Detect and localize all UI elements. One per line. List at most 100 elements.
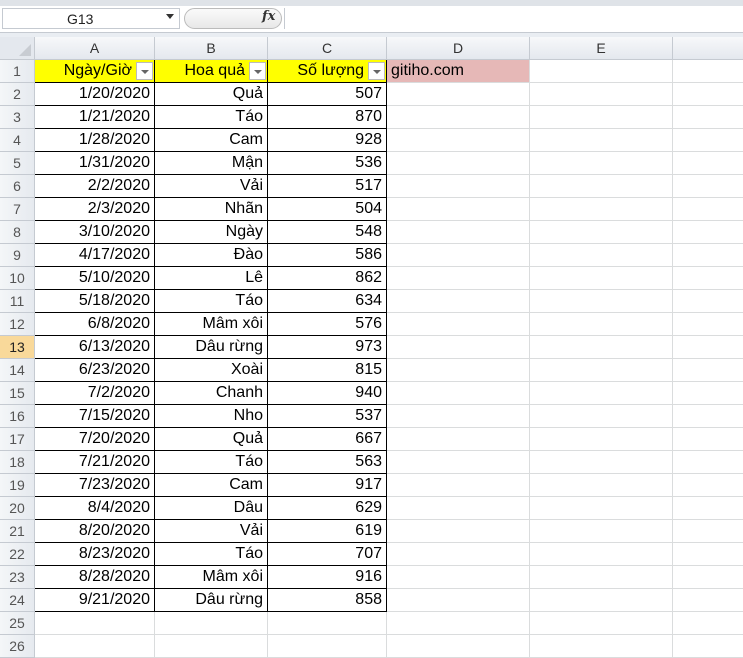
cell[interactable]: [530, 221, 673, 244]
data-cell[interactable]: Táo: [155, 543, 268, 566]
cell[interactable]: [673, 290, 743, 313]
data-cell[interactable]: 707: [268, 543, 387, 566]
formula-input[interactable]: [284, 8, 743, 29]
row-header[interactable]: 16: [0, 405, 35, 428]
cell[interactable]: [530, 175, 673, 198]
cell[interactable]: [673, 520, 743, 543]
cell[interactable]: [387, 405, 530, 428]
data-cell[interactable]: 928: [268, 129, 387, 152]
cell[interactable]: [530, 83, 673, 106]
data-cell[interactable]: Xoài: [155, 359, 268, 382]
data-cell[interactable]: 8/4/2020: [35, 497, 155, 520]
cell[interactable]: [387, 152, 530, 175]
data-cell[interactable]: 667: [268, 428, 387, 451]
row-header[interactable]: 7: [0, 198, 35, 221]
cell[interactable]: [530, 520, 673, 543]
data-cell[interactable]: 4/17/2020: [35, 244, 155, 267]
data-cell[interactable]: Táo: [155, 106, 268, 129]
insert-function-icon[interactable]: fx: [262, 9, 275, 24]
row-header[interactable]: 15: [0, 382, 35, 405]
cell[interactable]: [673, 497, 743, 520]
data-cell[interactable]: 548: [268, 221, 387, 244]
cell[interactable]: [673, 359, 743, 382]
data-cell[interactable]: 8/28/2020: [35, 566, 155, 589]
data-cell[interactable]: Mận: [155, 152, 268, 175]
cell[interactable]: [673, 612, 743, 635]
row-header[interactable]: 4: [0, 129, 35, 152]
cell[interactable]: [387, 382, 530, 405]
cell[interactable]: [268, 635, 387, 658]
data-cell[interactable]: 634: [268, 290, 387, 313]
data-cell[interactable]: 586: [268, 244, 387, 267]
cell[interactable]: [530, 198, 673, 221]
row-header[interactable]: 14: [0, 359, 35, 382]
data-cell[interactable]: 1/31/2020: [35, 152, 155, 175]
row-header[interactable]: 3: [0, 106, 35, 129]
cell[interactable]: [673, 543, 743, 566]
cell[interactable]: [673, 405, 743, 428]
data-cell[interactable]: 6/13/2020: [35, 336, 155, 359]
data-cell[interactable]: Táo: [155, 290, 268, 313]
cell[interactable]: [530, 382, 673, 405]
data-cell[interactable]: 537: [268, 405, 387, 428]
cell[interactable]: [530, 566, 673, 589]
data-cell[interactable]: 973: [268, 336, 387, 359]
data-cell[interactable]: 3/10/2020: [35, 221, 155, 244]
data-cell[interactable]: 536: [268, 152, 387, 175]
cell[interactable]: [673, 198, 743, 221]
row-header[interactable]: 18: [0, 451, 35, 474]
cell[interactable]: [387, 221, 530, 244]
cell[interactable]: [673, 244, 743, 267]
row-header[interactable]: 13: [0, 336, 35, 359]
cell[interactable]: [155, 635, 268, 658]
header-cell[interactable]: Ngày/Giờ: [35, 60, 155, 83]
row-header[interactable]: 8: [0, 221, 35, 244]
cell[interactable]: [387, 497, 530, 520]
data-cell[interactable]: 815: [268, 359, 387, 382]
cell[interactable]: [673, 313, 743, 336]
data-cell[interactable]: 7/15/2020: [35, 405, 155, 428]
note-cell[interactable]: gitiho.com: [387, 60, 530, 83]
data-cell[interactable]: 858: [268, 589, 387, 612]
data-cell[interactable]: Ngày: [155, 221, 268, 244]
data-cell[interactable]: 6/23/2020: [35, 359, 155, 382]
row-header[interactable]: 6: [0, 175, 35, 198]
row-header[interactable]: 5: [0, 152, 35, 175]
data-cell[interactable]: 576: [268, 313, 387, 336]
cell[interactable]: [35, 612, 155, 635]
cell[interactable]: [673, 152, 743, 175]
data-cell[interactable]: 1/21/2020: [35, 106, 155, 129]
cell[interactable]: [673, 106, 743, 129]
data-cell[interactable]: Mâm xôi: [155, 313, 268, 336]
cell[interactable]: [387, 566, 530, 589]
cell[interactable]: [673, 474, 743, 497]
cell[interactable]: [530, 612, 673, 635]
data-cell[interactable]: 5/18/2020: [35, 290, 155, 313]
column-header-e[interactable]: E: [530, 37, 673, 60]
data-cell[interactable]: 917: [268, 474, 387, 497]
cell[interactable]: [387, 267, 530, 290]
data-cell[interactable]: Cam: [155, 474, 268, 497]
cell[interactable]: [673, 589, 743, 612]
cell[interactable]: [155, 612, 268, 635]
data-cell[interactable]: Táo: [155, 451, 268, 474]
cell[interactable]: [387, 106, 530, 129]
data-cell[interactable]: Vải: [155, 520, 268, 543]
data-cell[interactable]: Chanh: [155, 382, 268, 405]
data-cell[interactable]: Mâm xôi: [155, 566, 268, 589]
cell[interactable]: [387, 589, 530, 612]
cell[interactable]: [35, 635, 155, 658]
row-header[interactable]: 9: [0, 244, 35, 267]
data-cell[interactable]: 8/20/2020: [35, 520, 155, 543]
cell[interactable]: [387, 635, 530, 658]
data-cell[interactable]: 7/20/2020: [35, 428, 155, 451]
data-cell[interactable]: 5/10/2020: [35, 267, 155, 290]
filter-dropdown-icon[interactable]: [249, 62, 266, 80]
cell[interactable]: [387, 474, 530, 497]
cell[interactable]: [387, 198, 530, 221]
data-cell[interactable]: 916: [268, 566, 387, 589]
cell[interactable]: [530, 244, 673, 267]
data-cell[interactable]: 6/8/2020: [35, 313, 155, 336]
row-header[interactable]: 19: [0, 474, 35, 497]
cell[interactable]: [387, 336, 530, 359]
